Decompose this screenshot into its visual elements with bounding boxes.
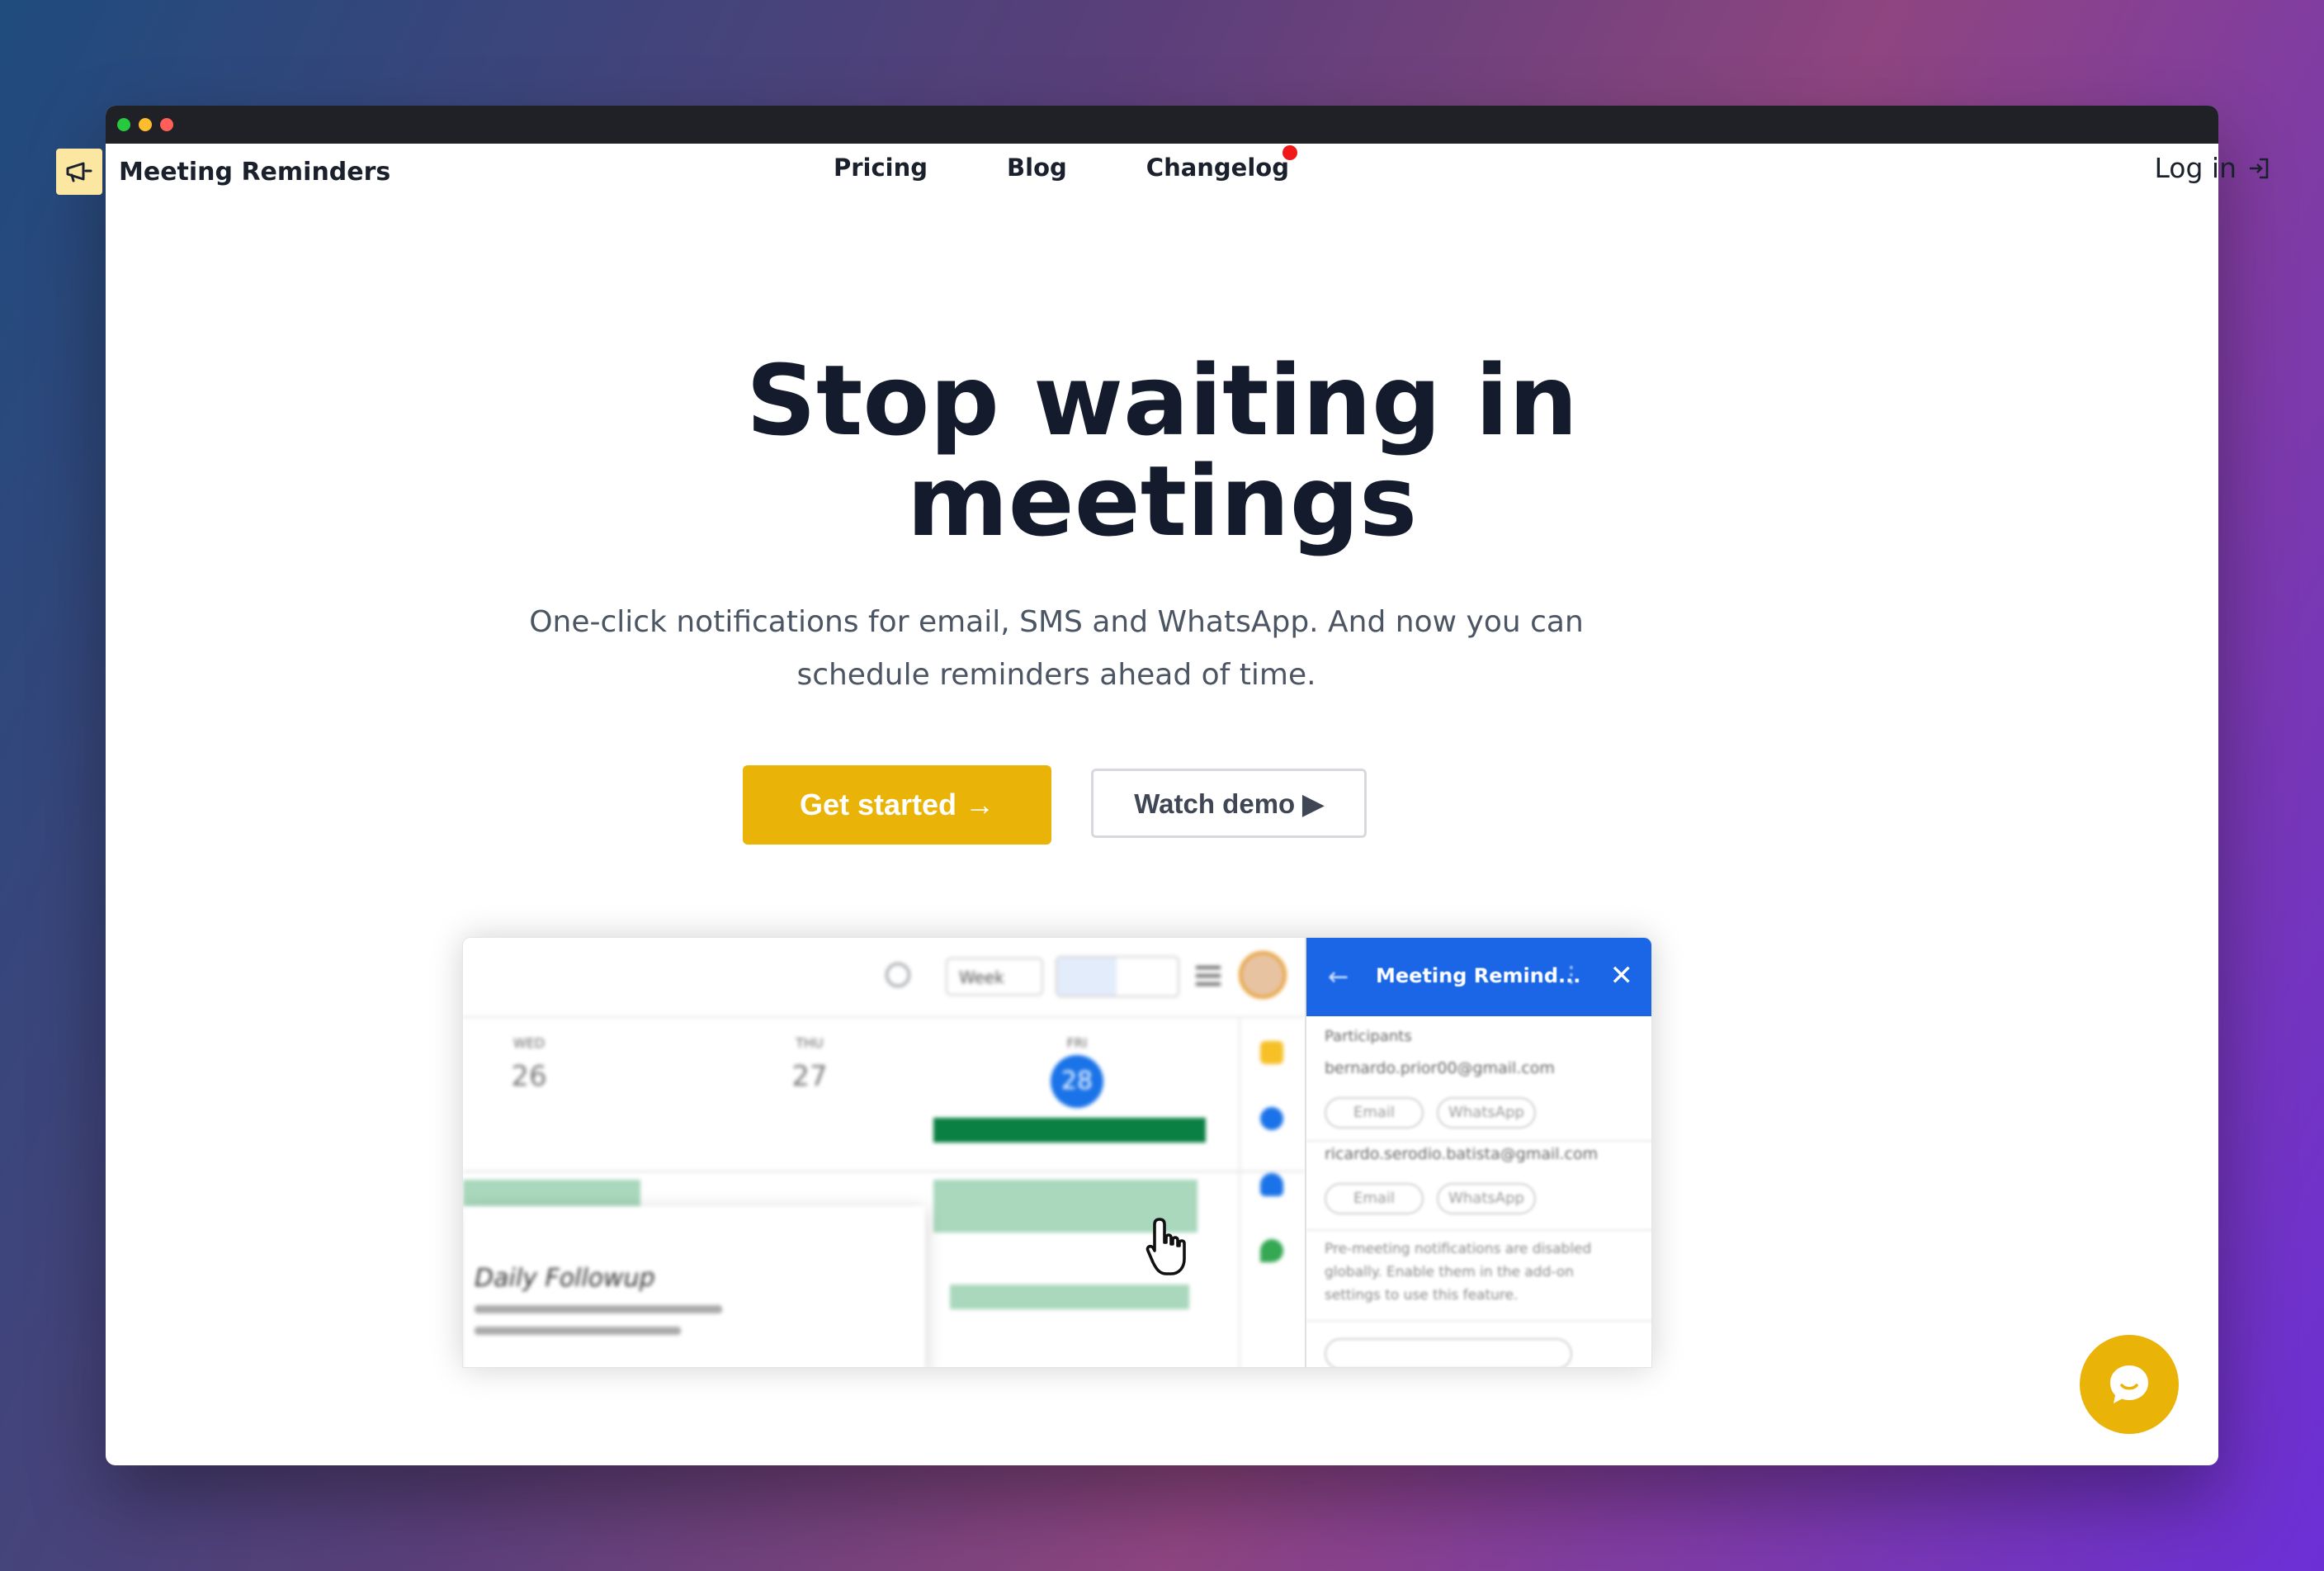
nav-link-pricing[interactable]: Pricing <box>834 154 928 182</box>
calendar-event <box>950 1285 1189 1309</box>
close-icon: ✕ <box>1609 959 1634 992</box>
panel-note: Pre-meeting notifications are disabled g… <box>1325 1241 1592 1304</box>
divider <box>1306 1320 1651 1322</box>
view-toggle <box>1056 956 1179 997</box>
window-maximize-button[interactable] <box>117 118 130 131</box>
brand-link[interactable]: Meeting Reminders <box>56 149 390 195</box>
product-demo-screenshot: Week WED 26 THU 27 FRI 28 Daily Followup <box>462 937 1652 1368</box>
avatar <box>1239 951 1287 999</box>
settings-button <box>1325 1338 1572 1367</box>
side-rail <box>1239 1016 1306 1367</box>
back-arrow-icon: ← <box>1328 963 1349 991</box>
day-number: 27 <box>791 1060 828 1093</box>
keep-icon <box>1260 1041 1283 1064</box>
panel-body: Participants bernardo.prior00@gmail.com … <box>1306 1016 1651 1367</box>
calendar-toolbar: Week <box>463 938 1305 1018</box>
hero-subtitle: One-click notifications for email, SMS a… <box>529 605 1584 692</box>
maps-icon <box>1260 1239 1283 1262</box>
window-titlebar <box>106 106 2218 144</box>
login-icon <box>2250 158 2269 178</box>
nav-link-blog[interactable]: Blog <box>1007 154 1067 182</box>
participants-label: Participants <box>1325 1028 1412 1045</box>
event-detail-line <box>475 1305 722 1313</box>
window-minimize-button[interactable] <box>139 118 152 131</box>
hand-cursor-icon <box>1145 1218 1186 1275</box>
divider <box>1306 1229 1651 1231</box>
email-option-pill: Email <box>1325 1183 1424 1214</box>
participant-email: ricardo.serodio.batista@gmail.com <box>1325 1145 1599 1163</box>
tasks-icon <box>1260 1107 1283 1130</box>
menu-icon <box>1196 966 1221 986</box>
day-name: WED <box>513 1035 546 1051</box>
participant-email: bernardo.prior00@gmail.com <box>1325 1059 1555 1077</box>
event-popup: Daily Followup <box>463 1206 925 1367</box>
view-select: Week <box>946 958 1043 996</box>
meeting-reminders-panel: ← Meeting Remind... ⋮ ✕ Participants ber… <box>1305 938 1651 1367</box>
main-nav: Pricing Blog Changelog <box>834 145 1297 182</box>
whatsapp-option-pill: WhatsApp <box>1437 1183 1536 1214</box>
megaphone-icon <box>56 149 102 195</box>
hero-title: Stop waiting in meetings <box>0 350 2324 551</box>
email-option-pill: Email <box>1325 1097 1424 1129</box>
day-number: 26 <box>511 1060 547 1093</box>
login-link[interactable]: Log in <box>2154 152 2270 184</box>
hero-title-line-1: Stop waiting in <box>746 343 1578 457</box>
calendar-view: Week WED 26 THU 27 FRI 28 Daily Followup <box>463 938 1305 1367</box>
login-label: Log in <box>2154 152 2237 184</box>
contacts-icon <box>1260 1173 1283 1196</box>
grid-line <box>463 1171 1305 1172</box>
divider <box>1306 1140 1651 1142</box>
watch-demo-button[interactable]: Watch demo ▶ <box>1091 769 1367 838</box>
event-detail-line <box>475 1327 681 1335</box>
get-started-button[interactable]: Get started → <box>743 765 1051 845</box>
today-marker: 28 <box>1051 1055 1103 1108</box>
search-icon <box>886 963 910 987</box>
chat-button[interactable] <box>2080 1335 2179 1434</box>
brand-name: Meeting Reminders <box>119 157 391 187</box>
hero-title-line-2: meetings <box>906 444 1418 558</box>
panel-header: ← Meeting Remind... ⋮ ✕ <box>1306 938 1651 1016</box>
panel-title: Meeting Remind... <box>1376 964 1581 987</box>
all-day-event <box>933 1118 1206 1143</box>
nav-link-changelog-label: Changelog <box>1145 154 1289 182</box>
more-vert-icon: ⋮ <box>1561 963 1582 987</box>
chat-icon <box>2110 1365 2148 1403</box>
day-name: FRI <box>1066 1035 1088 1051</box>
nav-link-changelog[interactable]: Changelog <box>1145 145 1297 182</box>
whatsapp-option-pill: WhatsApp <box>1437 1097 1536 1129</box>
day-name: THU <box>796 1035 824 1051</box>
notification-dot <box>1282 145 1297 160</box>
event-title: Daily Followup <box>475 1264 655 1293</box>
window-close-button[interactable] <box>160 118 173 131</box>
